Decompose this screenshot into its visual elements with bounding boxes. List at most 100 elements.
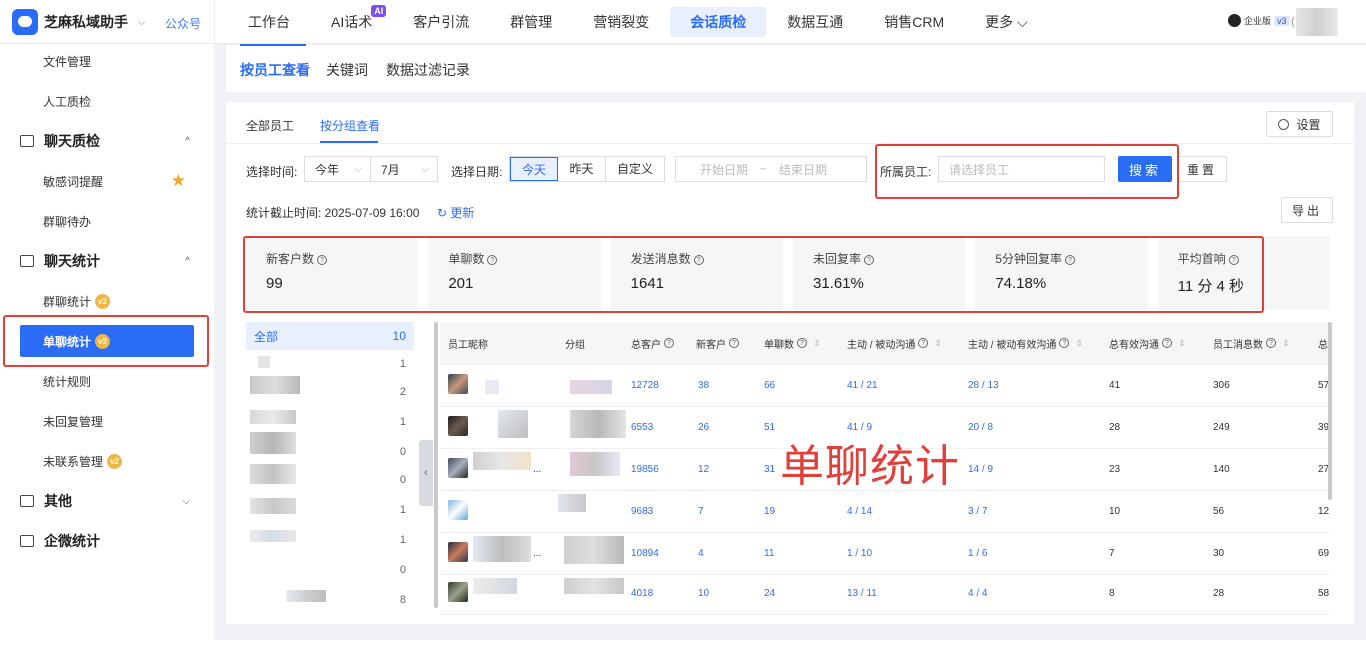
group-item[interactable]: 1 <box>246 498 414 526</box>
table-cell[interactable]: 19 <box>764 506 775 517</box>
th-active-passive[interactable]: 主动 / 被动沟通? ⇕ <box>847 322 942 364</box>
table-cell[interactable]: 28 / 13 <box>968 380 999 391</box>
help-icon[interactable]: ? <box>918 338 929 348</box>
nav-customer-acquisition[interactable]: 客户引流 <box>393 7 489 37</box>
export-button[interactable]: 导出 <box>1281 197 1333 223</box>
sort-icon[interactable]: ⇕ <box>1178 338 1186 349</box>
th-total-customers[interactable]: 总客户? <box>631 322 674 364</box>
avatar[interactable] <box>448 582 468 602</box>
official-account-link[interactable]: 公众号 <box>165 15 201 32</box>
table-cell[interactable]: 4018 <box>631 588 653 599</box>
start-date-input[interactable]: 开始日期 <box>700 161 748 178</box>
yesterday-button[interactable]: 昨天 <box>558 157 606 181</box>
group-item[interactable]: 8 <box>246 588 414 616</box>
sidebar-group-wecom-stats[interactable]: 企微统计 <box>0 521 214 561</box>
help-icon[interactable]: ? <box>729 338 739 348</box>
year-select[interactable]: 今年 ⌵ <box>304 156 371 182</box>
sort-icon[interactable]: ⇕ <box>813 338 821 349</box>
table-cell[interactable]: 3 / 7 <box>968 506 987 517</box>
help-icon[interactable]: ? <box>1162 338 1172 348</box>
group-item-all[interactable]: 全部 10 <box>246 322 414 350</box>
table-cell[interactable]: 51 <box>764 422 775 433</box>
nav-data-sync[interactable]: 数据互通 <box>767 7 863 37</box>
table-cell[interactable]: 26 <box>698 422 709 433</box>
reset-button[interactable]: 重置 <box>1177 156 1227 182</box>
collapse-panel-button[interactable]: ‹ <box>419 440 433 506</box>
sidebar-group-other[interactable]: 其他 ⌵ <box>0 481 214 521</box>
month-select[interactable]: 7月 ⌵ <box>370 156 438 182</box>
tab-by-group[interactable]: 按分组查看 <box>320 117 380 134</box>
settings-button[interactable]: 设置 <box>1266 111 1333 137</box>
enterprise-edition-badge[interactable]: 企业版 v3 <box>1228 14 1290 27</box>
avatar[interactable] <box>448 500 468 520</box>
table-cell[interactable]: 1 / 6 <box>968 548 987 559</box>
avatar[interactable] <box>448 416 468 436</box>
group-item[interactable]: 1 <box>246 528 414 556</box>
sidebar-item-file-management[interactable]: 文件管理 <box>0 41 214 81</box>
tab-by-staff[interactable]: 按员工查看 <box>240 60 310 80</box>
nav-ai-script[interactable]: AI话术 AI <box>311 5 392 37</box>
end-date-input[interactable]: 结束日期 <box>779 161 827 178</box>
star-icon[interactable]: ★ <box>171 171 186 191</box>
table-cell[interactable]: 10 <box>698 588 709 599</box>
avatar[interactable] <box>448 542 468 562</box>
help-icon[interactable]: ? <box>664 338 674 348</box>
group-list-scrollbar[interactable] <box>434 322 438 608</box>
table-cell[interactable]: 6553 <box>631 422 653 433</box>
chevron-down-icon[interactable]: ⌵ <box>138 17 146 28</box>
tab-filter-records[interactable]: 数据过滤记录 <box>386 60 470 80</box>
table-cell[interactable]: 14 / 9 <box>968 464 993 475</box>
th-single-chats[interactable]: 单聊数? ⇕ <box>764 322 821 364</box>
nav-sales-crm[interactable]: 销售CRM <box>864 7 964 37</box>
sort-icon[interactable]: ⇕ <box>1075 338 1083 349</box>
sidebar-item-sensitive-words[interactable]: 敏感词提醒 ★ <box>0 161 214 201</box>
help-icon[interactable]: ? <box>1266 338 1276 348</box>
table-cell[interactable]: 31 <box>764 464 775 475</box>
sidebar-item-uncontacted[interactable]: 未联系管理 v2 <box>0 441 214 481</box>
avatar[interactable] <box>448 374 468 394</box>
table-cell[interactable]: 24 <box>764 588 775 599</box>
tab-all-staff[interactable]: 全部员工 <box>246 117 294 134</box>
th-active-passive-effective[interactable]: 主动 / 被动有效沟通? ⇕ <box>968 322 1083 364</box>
nav-group-management[interactable]: 群管理 <box>490 7 572 37</box>
th-total-effective[interactable]: 总有效沟通? ⇕ <box>1109 322 1186 364</box>
table-cell[interactable]: 10894 <box>631 548 659 559</box>
table-cell[interactable]: 20 / 8 <box>968 422 993 433</box>
table-cell[interactable]: 11 <box>764 548 774 559</box>
table-cell[interactable]: 4 <box>698 548 704 559</box>
sidebar-group-chat-qa[interactable]: 聊天质检 ^ <box>0 121 214 161</box>
avatar[interactable] <box>1296 8 1338 36</box>
nav-workbench[interactable]: 工作台 <box>228 7 310 37</box>
help-icon[interactable]: ? <box>1059 338 1070 348</box>
th-new-customers[interactable]: 新客户? <box>696 322 739 364</box>
sidebar-item-stat-rules[interactable]: 统计规则 <box>0 361 214 401</box>
table-cell[interactable]: 13 / 11 <box>847 588 877 599</box>
sort-icon[interactable]: ⇕ <box>1282 338 1290 349</box>
nav-more[interactable]: 更多 ⌵ <box>965 7 1048 37</box>
sort-icon[interactable]: ⇕ <box>934 338 942 349</box>
table-cell[interactable]: 19856 <box>631 464 659 475</box>
brand[interactable]: 芝麻私域助手 ⌵ <box>12 9 146 35</box>
today-button[interactable]: 今天 <box>510 157 558 181</box>
table-cell[interactable]: 7 <box>698 506 704 517</box>
tab-keywords[interactable]: 关键词 <box>326 60 368 80</box>
th-staff-messages[interactable]: 员工消息数? ⇕ <box>1213 322 1290 364</box>
group-item[interactable]: 0 <box>246 464 414 496</box>
refresh-button[interactable]: ↻ 更新 <box>437 204 474 221</box>
table-cell[interactable]: 9683 <box>631 506 653 517</box>
table-cell[interactable]: 41 / 21 <box>847 380 878 391</box>
avatar[interactable] <box>448 458 468 478</box>
date-range-picker[interactable]: 开始日期 ~ 结束日期 <box>675 156 867 182</box>
sidebar-item-manual-qa[interactable]: 人工质检 <box>0 81 214 121</box>
group-item[interactable]: 2 <box>246 376 414 408</box>
sidebar-group-chat-stats[interactable]: 聊天统计 ^ <box>0 241 214 281</box>
table-cell[interactable]: 12 <box>698 464 709 475</box>
group-item[interactable]: 0 <box>246 558 414 586</box>
table-cell[interactable]: 4 / 4 <box>968 588 987 599</box>
table-cell[interactable]: 38 <box>698 380 709 391</box>
table-cell[interactable]: 66 <box>764 380 775 391</box>
help-icon[interactable]: ? <box>797 338 807 348</box>
table-scrollbar[interactable] <box>1328 322 1332 500</box>
nav-session-qa[interactable]: 会话质检 <box>670 7 767 37</box>
table-cell[interactable]: 12728 <box>631 380 659 391</box>
